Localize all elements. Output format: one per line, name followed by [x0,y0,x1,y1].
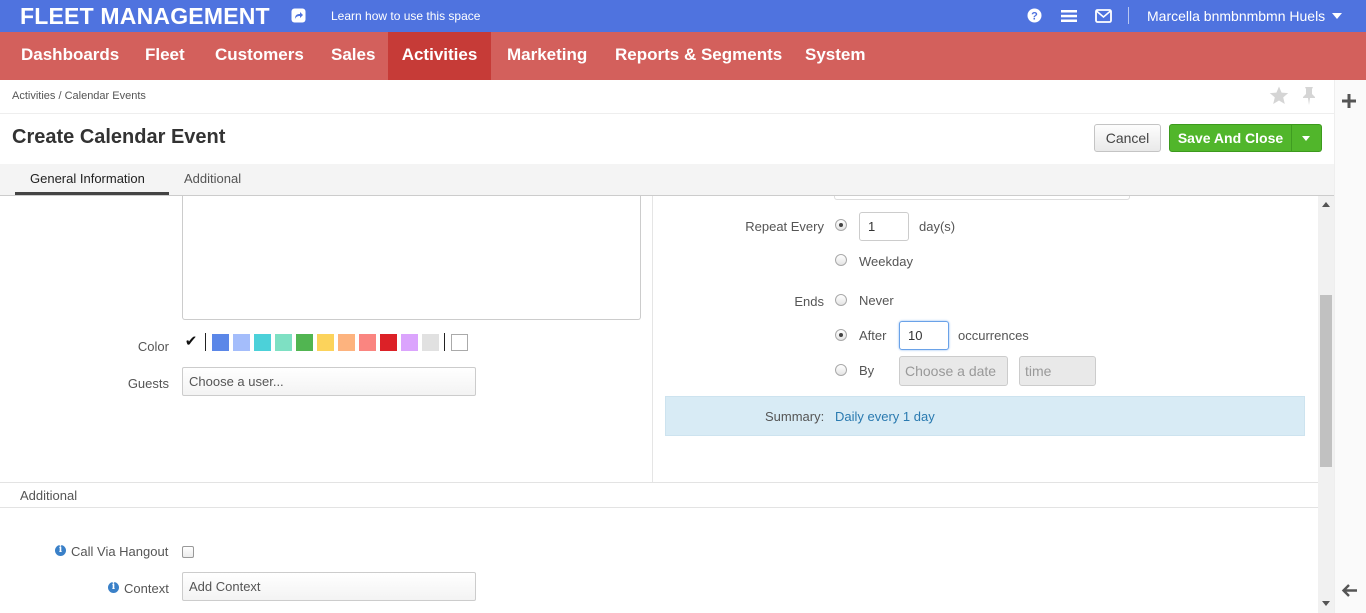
top-bar: FLEET MANAGEMENT Learn how to use this s… [0,0,1366,32]
nav-system[interactable]: System [789,32,881,80]
guests-select[interactable]: Choose a user... [182,367,476,396]
call-via-hangout-label: Call Via Hangout [71,544,169,559]
color-swatch[interactable] [380,334,397,351]
nav-customers[interactable]: Customers [199,32,320,80]
nav-sales[interactable]: Sales [315,32,391,80]
info-icon[interactable]: i [55,545,66,556]
repeat-every-input[interactable]: 1 [859,212,909,241]
ends-by-radio[interactable] [835,364,847,376]
guests-label: Guests [127,376,169,391]
main-nav: Dashboards Fleet Customers Sales Activit… [0,32,1366,80]
menu-icon[interactable] [1061,9,1077,23]
description-textarea[interactable] [182,196,641,320]
color-swatch[interactable] [275,334,292,351]
context-label: Context [124,581,169,596]
weekday-label: Weekday [859,254,913,269]
scrollbar[interactable] [1318,196,1334,613]
ends-never-radio[interactable] [835,294,847,306]
form-content: Color ✔ Guests Choose a user... Repeat E… [0,196,1318,613]
field-above[interactable] [834,196,1130,200]
right-sidebar [1334,80,1366,613]
scroll-down-arrow[interactable] [1322,601,1330,606]
context-select[interactable]: Add Context [182,572,476,601]
occurrences-label: occurrences [958,328,1029,343]
column-divider [652,196,653,482]
scroll-thumb[interactable] [1320,295,1332,467]
ends-after-radio[interactable] [835,329,847,341]
app-title[interactable]: FLEET MANAGEMENT [20,3,270,30]
info-icon[interactable]: i [108,582,119,593]
save-and-close-button[interactable]: Save And Close [1169,124,1292,152]
scroll-up-arrow[interactable] [1322,202,1330,207]
mail-icon[interactable] [1095,9,1112,23]
recurrence-summary: Summary: Daily every 1 day [665,396,1305,436]
nav-reports-segments[interactable]: Reports & Segments [599,32,798,80]
ends-label: Ends [794,294,824,309]
section-title: Additional [20,488,78,503]
color-swatch[interactable] [212,334,229,351]
repeat-every-label: Repeat Every [745,219,824,234]
svg-text:?: ? [1031,11,1038,23]
page-header: Create Calendar Event Cancel Save And Cl… [0,113,1334,164]
color-swatch[interactable] [422,334,439,351]
save-options-dropdown[interactable] [1291,124,1322,152]
color-label: Color [137,339,169,354]
page-title: Create Calendar Event [12,126,226,148]
arrow-left-icon[interactable] [1341,583,1358,598]
call-via-hangout-checkbox[interactable] [182,546,194,558]
color-swatch[interactable] [338,334,355,351]
tab-additional[interactable]: Additional [184,171,241,186]
chevron-down-icon[interactable] [1332,13,1342,19]
color-swatch[interactable] [233,334,250,351]
learn-link[interactable]: Learn how to use this space [331,9,480,23]
after-label: After [859,328,887,343]
breadcrumb[interactable]: Activities / Calendar Events [12,90,146,102]
summary-label: Summary: [765,409,825,424]
end-time-input[interactable]: time [1019,356,1096,386]
summary-value: Daily every 1 day [835,409,935,424]
additional-section-header: Additional [0,482,1318,508]
by-label: By [859,363,875,378]
end-date-input[interactable]: Choose a date [899,356,1008,386]
separator [444,333,445,351]
never-label: Never [859,293,894,308]
pin-icon[interactable] [1300,86,1318,106]
custom-color-swatch[interactable] [451,334,468,351]
help-icon[interactable]: ? [1027,8,1042,23]
color-swatch[interactable] [296,334,313,351]
tabs: General Information Additional [0,164,1334,196]
user-menu[interactable]: Marcella bnmbnmbmn Huels [1147,8,1325,24]
repeat-unit-label: day(s) [919,219,956,234]
repeat-every-radio[interactable] [835,219,847,231]
nav-marketing[interactable]: Marketing [491,32,603,80]
share-icon[interactable] [291,8,306,23]
nav-dashboards[interactable]: Dashboards [5,32,135,80]
active-tab-indicator [15,192,169,195]
cancel-button[interactable]: Cancel [1094,124,1161,152]
color-swatch[interactable] [401,334,418,351]
nav-activities[interactable]: Activities [388,32,491,80]
color-swatch[interactable] [317,334,334,351]
separator [205,333,206,351]
topbar-divider [1128,7,1129,24]
plus-icon[interactable] [1341,93,1357,109]
checkmark-icon[interactable]: ✔ [182,333,200,351]
star-icon[interactable] [1269,86,1289,105]
weekday-radio[interactable] [835,254,847,266]
tab-general-information[interactable]: General Information [30,171,145,186]
color-swatch[interactable] [359,334,376,351]
occurrences-input[interactable]: 10 [899,321,949,350]
color-swatch[interactable] [254,334,271,351]
nav-fleet[interactable]: Fleet [129,32,201,80]
